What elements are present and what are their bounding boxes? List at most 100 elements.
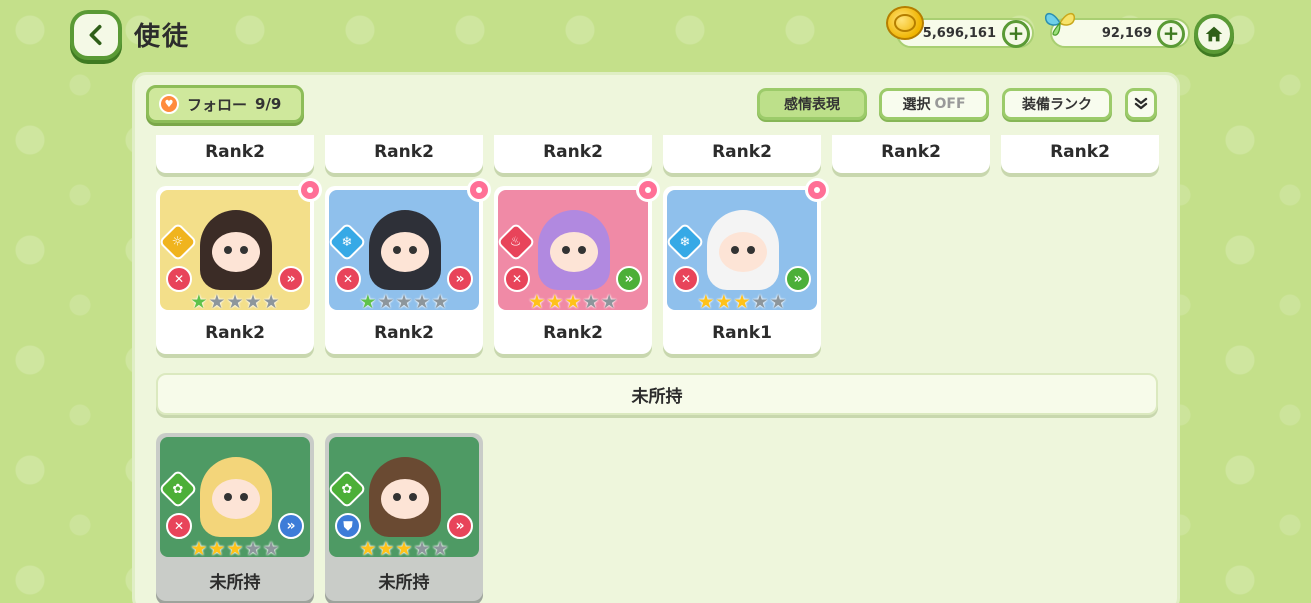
star-icon: ★	[377, 291, 395, 313]
character-eye	[409, 493, 417, 501]
affection-flower-icon	[805, 178, 829, 202]
star-icon: ★	[431, 538, 449, 560]
role-icon: ✕	[673, 266, 699, 292]
star-icon: ★	[697, 291, 715, 313]
star-icon: ★	[244, 291, 262, 313]
star-rating: ★ ★ ★ ★ ★	[156, 539, 314, 559]
card-rank: Rank2	[543, 323, 603, 343]
star-icon: ★	[528, 291, 546, 313]
apostle-card[interactable]: ☼ ✕ » ★ ★ ★ ★ ★ Rank2	[156, 178, 322, 354]
position-icon: »	[278, 513, 304, 539]
character-eye	[747, 246, 755, 254]
character-eye	[409, 246, 417, 254]
star-icon: ★	[262, 538, 280, 560]
character-eye	[393, 493, 401, 501]
star-icon: ★	[546, 291, 564, 313]
position-icon: »	[278, 266, 304, 292]
apostle-card[interactable]: Rank2	[832, 135, 990, 173]
apostle-card[interactable]: Rank2	[156, 135, 314, 173]
position-icon: »	[616, 266, 642, 292]
follow-counter[interactable]: ♥ フォロー 9/9	[146, 85, 304, 123]
card-rank: Rank2	[1050, 142, 1110, 162]
star-icon: ★	[208, 538, 226, 560]
home-icon	[1205, 26, 1223, 42]
star-icon: ★	[600, 291, 618, 313]
apostle-card[interactable]: Rank2	[663, 135, 821, 173]
character-sprite	[538, 210, 610, 290]
heart-icon: ♥	[159, 94, 179, 114]
card-rank: Rank2	[881, 142, 941, 162]
select-state: OFF	[934, 96, 966, 112]
character-eye	[224, 493, 232, 501]
card-rank: Rank2	[205, 323, 265, 343]
affection-flower-icon	[298, 178, 322, 202]
double-chevron-down-icon	[1134, 97, 1148, 110]
home-button[interactable]	[1194, 14, 1234, 54]
star-icon: ★	[733, 291, 751, 313]
element-icon: ❄	[329, 222, 367, 262]
character-eye	[224, 246, 232, 254]
apostle-card[interactable]: Rank2	[494, 135, 652, 173]
character-face	[212, 232, 260, 272]
add-gems-button[interactable]: +	[1157, 20, 1185, 48]
role-icon: ✕	[166, 266, 192, 292]
star-icon: ★	[208, 291, 226, 313]
star-icon: ★	[359, 538, 377, 560]
character-sprite	[200, 210, 272, 290]
position-icon: »	[447, 513, 473, 539]
character-face	[719, 232, 767, 272]
back-button[interactable]	[70, 10, 122, 60]
position-icon: »	[785, 266, 811, 292]
role-icon: ⛊	[335, 513, 361, 539]
affection-flower-icon	[467, 178, 491, 202]
character-sprite	[369, 210, 441, 290]
expand-button[interactable]	[1125, 88, 1157, 120]
unowned-apostle-card[interactable]: ✿ ✕ » ★ ★ ★ ★ ★ 未所持	[156, 433, 314, 601]
card-unowned-label: 未所持	[209, 572, 261, 593]
star-icon: ★	[564, 291, 582, 313]
apostle-card[interactable]: Rank2	[1001, 135, 1159, 173]
star-rating: ★ ★ ★ ★ ★	[156, 292, 314, 312]
add-coins-button[interactable]: +	[1002, 20, 1030, 48]
follow-label: フォロー	[187, 95, 248, 114]
star-icon: ★	[190, 291, 208, 313]
chevron-left-icon	[89, 24, 102, 46]
star-icon: ★	[226, 291, 244, 313]
card-rank: Rank2	[712, 142, 772, 162]
card-rank: Rank2	[543, 142, 603, 162]
star-icon: ★	[190, 538, 208, 560]
character-eye	[240, 493, 248, 501]
star-icon: ★	[395, 291, 413, 313]
character-eye	[731, 246, 739, 254]
character-eye	[562, 246, 570, 254]
element-icon: ✿	[160, 469, 198, 509]
apostle-card[interactable]: ❄ ✕» ★ ★ ★ ★ ★ Rank2	[325, 178, 491, 354]
star-icon: ★	[413, 538, 431, 560]
star-icon: ★	[715, 291, 733, 313]
unowned-apostle-card[interactable]: ✿ ⛊» ★ ★ ★ ★ ★ 未所持	[325, 433, 483, 601]
element-icon: ☼	[160, 222, 198, 262]
star-icon: ★	[359, 291, 377, 313]
role-icon: ✕	[166, 513, 192, 539]
card-unowned-label: 未所持	[378, 572, 430, 593]
card-rank: Rank1	[712, 323, 772, 343]
star-icon: ★	[431, 291, 449, 313]
star-icon: ★	[377, 538, 395, 560]
apostle-card[interactable]: ❄ ✕» ★ ★ ★ ★ ★ Rank1	[663, 178, 829, 354]
character-face	[550, 232, 598, 272]
star-icon: ★	[244, 538, 262, 560]
role-icon: ✕	[335, 266, 361, 292]
star-icon: ★	[413, 291, 431, 313]
element-icon: ❄	[667, 222, 705, 262]
equip-rank-sort-button[interactable]: 装備ランク	[1002, 88, 1112, 120]
emotion-button[interactable]: 感情表現	[757, 88, 867, 120]
unowned-section-header: 未所持	[156, 373, 1158, 415]
star-icon: ★	[751, 291, 769, 313]
affection-flower-icon	[636, 178, 660, 202]
character-eye	[240, 246, 248, 254]
element-icon: ✿	[329, 469, 367, 509]
card-grid: Rank2 Rank2 Rank2 Rank2 Rank2 Rank2 未所持 …	[150, 135, 1170, 603]
apostle-card[interactable]: ♨ ✕» ★ ★ ★ ★ ★ Rank2	[494, 178, 660, 354]
select-toggle-button[interactable]: 選択 OFF	[879, 88, 989, 120]
apostle-card[interactable]: Rank2	[325, 135, 483, 173]
